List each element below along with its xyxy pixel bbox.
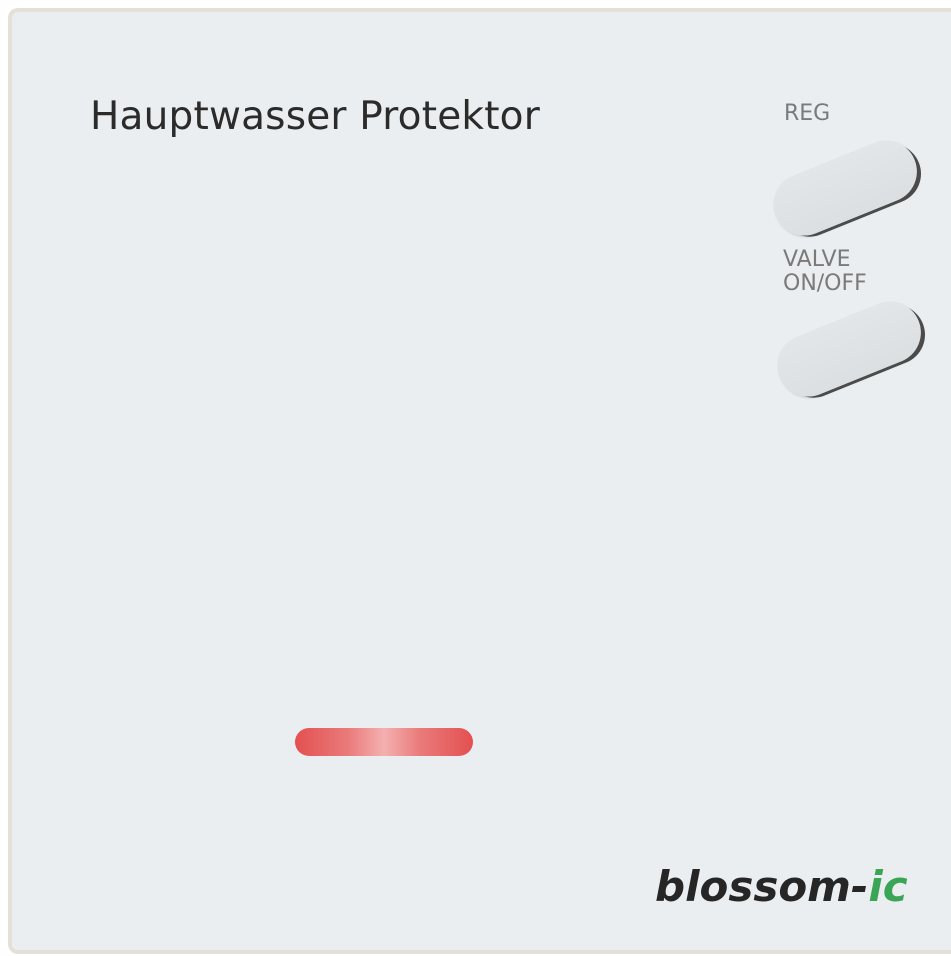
reg-button[interactable] — [763, 131, 927, 245]
brand-suffix: ic — [868, 862, 908, 911]
reg-button-label: REG — [784, 101, 831, 126]
valve-button-label: VALVE ON/OFF — [783, 248, 867, 296]
valve-label-line1: VALVE — [783, 247, 851, 272]
status-led — [295, 728, 473, 756]
brand-logo: blossom-ic — [655, 862, 908, 911]
valve-onoff-button[interactable] — [767, 292, 931, 406]
device-title: Hauptwasser Protektor — [90, 94, 540, 139]
device-panel: Hauptwasser Protektor REG VALVE ON/OFF b… — [8, 8, 951, 954]
brand-prefix: blossom- — [655, 862, 869, 911]
valve-label-line2: ON/OFF — [783, 271, 867, 296]
